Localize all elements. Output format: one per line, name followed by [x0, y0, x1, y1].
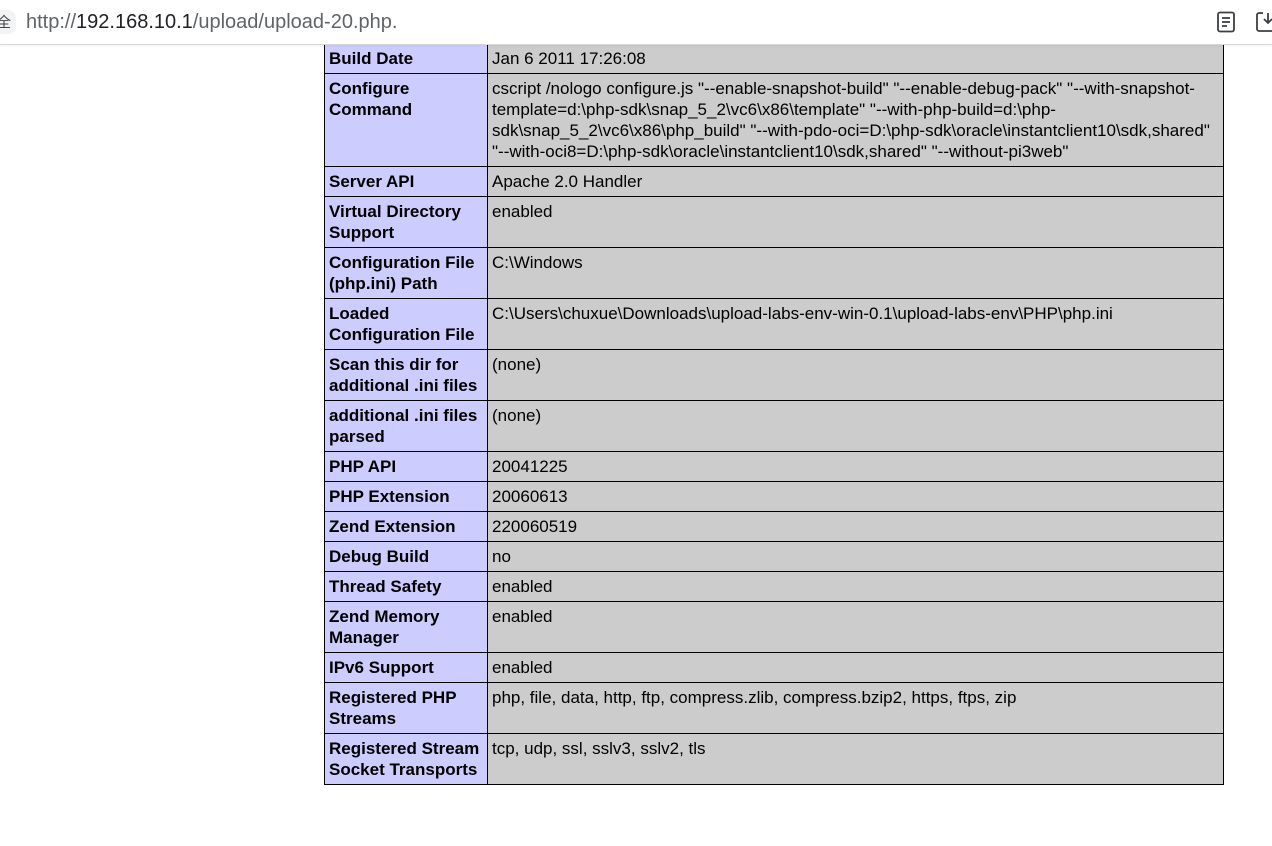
row-label: Registered PHP Streams — [324, 682, 488, 734]
row-value: tcp, udp, ssl, sslv3, sslv2, tls — [487, 733, 1224, 785]
table-row: Loaded Configuration File C:\Users\chuxue… — [324, 298, 1224, 350]
row-label: Registered Stream Socket Transports — [324, 733, 488, 785]
row-label: PHP Extension — [324, 481, 488, 512]
table-row: PHP API 20041225 — [324, 451, 1224, 482]
table-row: Debug Build no — [324, 541, 1224, 572]
phpinfo-table: SystemWindows NT DESKTOP-B2Q6I3P 6.2 bui… — [324, 13, 1224, 785]
table-row: Zend Extension 220060519 — [324, 511, 1224, 542]
address-bar[interactable]: http://192.168.10.1/upload/upload-20.php… — [26, 9, 397, 35]
row-label: PHP API — [324, 451, 488, 482]
table-row: Configuration File (php.ini) Path C:\Wind… — [324, 247, 1224, 299]
table-row: Virtual Directory Support enabled — [324, 196, 1224, 248]
row-value: Jan 6 2011 17:26:08 — [487, 43, 1224, 74]
row-label: IPv6 Support — [324, 652, 488, 683]
row-value: 20041225 — [487, 451, 1224, 482]
row-value: php, file, data, http, ftp, compress.zli… — [487, 682, 1224, 734]
table-row: Registered PHP Streams php, file, data, h… — [324, 682, 1224, 734]
table-row: PHP Extension 20060613 — [324, 481, 1224, 512]
row-value: no — [487, 541, 1224, 572]
row-value: (none) — [487, 349, 1224, 401]
row-label: Scan this dir for additional .ini files — [324, 349, 488, 401]
row-value: 20060613 — [487, 481, 1224, 512]
table-row: Scan this dir for additional .ini files(… — [324, 349, 1224, 401]
url-scheme: http:// — [26, 11, 77, 33]
row-value: enabled — [487, 196, 1224, 248]
table-row: IPv6 Support enabled — [324, 652, 1224, 683]
reader-mode-icon[interactable] — [1214, 10, 1238, 34]
row-label: Zend Memory Manager — [324, 601, 488, 653]
row-value: enabled — [487, 571, 1224, 602]
site-info-icon[interactable]: 全 — [0, 10, 16, 34]
row-value: enabled — [487, 601, 1224, 653]
table-row: Registered Stream Socket Transports tcp, … — [324, 733, 1224, 785]
table-row: Thread Safety enabled — [324, 571, 1224, 602]
row-label: Virtual Directory Support — [324, 196, 488, 248]
table-row: Zend Memory Manager enabled — [324, 601, 1224, 653]
row-value: 220060519 — [487, 511, 1224, 542]
row-value: Apache 2.0 Handler — [487, 166, 1224, 197]
row-value: C:\Windows — [487, 247, 1224, 299]
url-host: 192.168.10.1 — [76, 11, 193, 33]
table-row: additional .ini files parsed (none) — [324, 400, 1224, 452]
row-value: C:\Users\chuxue\Downloads\upload-labs-en… — [487, 298, 1224, 350]
row-value: enabled — [487, 652, 1224, 683]
row-label: Configuration File (php.ini) Path — [324, 247, 488, 299]
table-row: Build Date Jan 6 2011 17:26:08 — [324, 43, 1224, 74]
table-row: Configure Command cscript /nologo configu… — [324, 73, 1224, 167]
row-label: Build Date — [324, 43, 488, 74]
row-value: (none) — [487, 400, 1224, 452]
row-label: Zend Extension — [324, 511, 488, 542]
row-label: Server API — [324, 166, 488, 197]
row-label: additional .ini files parsed — [324, 400, 488, 452]
row-label: Configure Command — [324, 73, 488, 167]
install-app-icon[interactable] — [1254, 10, 1272, 34]
row-label: Thread Safety — [324, 571, 488, 602]
row-label: Loaded Configuration File — [324, 298, 488, 350]
url-path: /upload/upload-20.php. — [192, 11, 398, 33]
browser-toolbar: 全 http://192.168.10.1/upload/upload-20.p… — [0, 0, 1272, 45]
row-label: Debug Build — [324, 541, 488, 572]
table-row: Server API Apache 2.0 Handler — [324, 166, 1224, 197]
row-value: cscript /nologo configure.js "--enable-s… — [487, 73, 1224, 167]
phpinfo-rows: SystemWindows NT DESKTOP-B2Q6I3P 6.2 bui… — [324, 13, 1224, 785]
